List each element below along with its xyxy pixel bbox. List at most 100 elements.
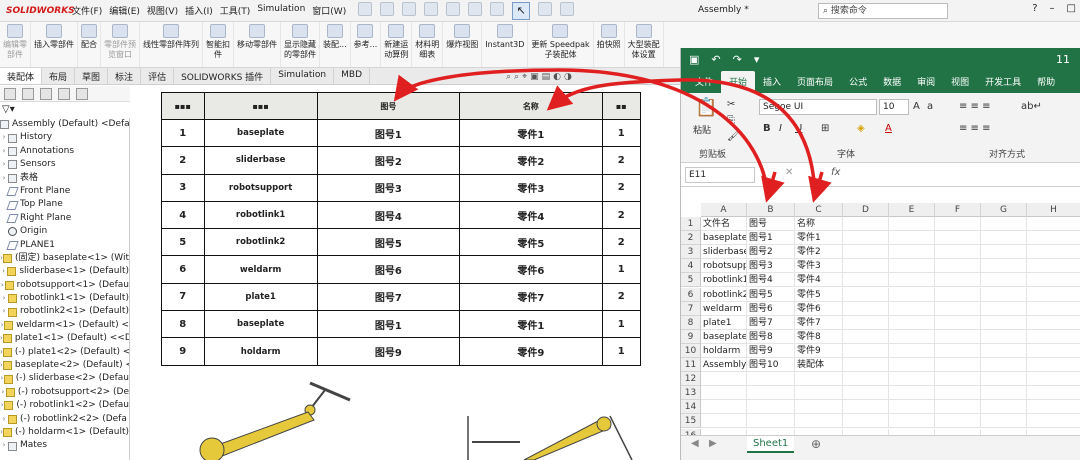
spreadsheet-cell[interactable]: robotlink1 [701, 273, 747, 288]
row-header[interactable]: 1 [681, 217, 701, 232]
sw-tab[interactable]: 草图 [75, 68, 109, 84]
traffic-light-icon[interactable] [538, 1, 553, 16]
tree-item[interactable]: › plate1<1> (Default) <<D [0, 332, 129, 345]
dimxpert-tab-icon[interactable] [58, 88, 70, 100]
spreadsheet-cell[interactable] [889, 400, 935, 415]
tree-item[interactable]: › Annotations [0, 145, 129, 158]
shrink-font-icon[interactable]: a [927, 101, 933, 112]
row-header[interactable]: 2 [681, 231, 701, 246]
spreadsheet-cell[interactable]: 零件5 [795, 287, 843, 302]
ribbon-button[interactable]: 编辑零 部件 [0, 22, 31, 67]
excel-tab[interactable]: 页面布局 [789, 71, 841, 93]
spreadsheet-cell[interactable] [889, 315, 935, 330]
spreadsheet-cell[interactable]: weldarm [701, 301, 747, 316]
spreadsheet-cell[interactable] [843, 386, 889, 401]
spreadsheet-cell[interactable] [843, 400, 889, 415]
propertymanager-tab-icon[interactable] [22, 88, 34, 100]
spreadsheet-cell[interactable] [747, 400, 795, 415]
font-color-icon[interactable]: A [885, 123, 892, 134]
spreadsheet-cell[interactable]: 图号5 [747, 287, 795, 302]
tree-item[interactable]: › (-) sliderbase<2> (Defau [0, 372, 129, 385]
align-left-icon[interactable]: ≡ ≡ ≡ [959, 123, 991, 134]
spreadsheet-cell[interactable] [889, 329, 935, 344]
spreadsheet-cell[interactable] [981, 217, 1027, 232]
spreadsheet-cell[interactable] [1027, 330, 1080, 344]
column-header[interactable]: F [935, 203, 981, 217]
spreadsheet-cell[interactable]: Assembly [701, 358, 747, 373]
new-icon[interactable] [380, 1, 395, 16]
spreadsheet-cell[interactable]: 图号2 [747, 245, 795, 260]
spreadsheet-cell[interactable]: 文件名 [701, 217, 747, 232]
spreadsheet-cell[interactable] [935, 358, 981, 373]
spreadsheet-cell[interactable] [843, 329, 889, 344]
sw-menu-item[interactable]: 窗口(W) [312, 4, 346, 17]
spreadsheet-cell[interactable] [981, 259, 1027, 274]
spreadsheet-cell[interactable]: 图号8 [747, 329, 795, 344]
spreadsheet-cell[interactable] [843, 217, 889, 232]
tree-item[interactable]: › (-) robotsupport<2> (De [0, 386, 129, 399]
excel-tab[interactable]: 审阅 [909, 71, 943, 93]
spreadsheet-cell[interactable] [1027, 414, 1080, 429]
spreadsheet-cell[interactable] [843, 259, 889, 274]
maximize-icon[interactable]: □ [1067, 3, 1076, 14]
prev-sheet-icon[interactable]: ◀ [691, 438, 699, 449]
spreadsheet-cell[interactable] [1027, 344, 1080, 358]
sheet-tab-sheet1[interactable]: Sheet1 [747, 436, 795, 453]
expand-chevron-icon[interactable]: › [0, 145, 8, 158]
cancel-entry-icon[interactable]: ✕ [785, 167, 793, 178]
tree-item[interactable]: › (-) robotlink1<2> (Defau [0, 399, 129, 412]
spreadsheet-cell[interactable]: 零件3 [795, 259, 843, 274]
column-header[interactable]: D [843, 203, 889, 217]
bold-icon[interactable]: B [763, 123, 771, 134]
spreadsheet-cell[interactable] [843, 287, 889, 302]
expand-chevron-icon[interactable]: › [0, 305, 8, 318]
spreadsheet-cell[interactable] [935, 400, 981, 415]
spreadsheet-cell[interactable] [843, 358, 889, 373]
spreadsheet-cell[interactable] [1027, 400, 1080, 415]
row-header[interactable]: 10 [681, 343, 701, 358]
minimize-icon[interactable]: – [1050, 3, 1055, 14]
excel-redo-icon[interactable]: ↷ [733, 53, 742, 66]
next-sheet-icon[interactable]: ▶ [709, 438, 717, 449]
tree-item[interactable]: › (-) robotlink2<2> (Defa [0, 413, 129, 426]
spreadsheet-cell[interactable]: 图号10 [747, 358, 795, 373]
column-header[interactable]: E [889, 203, 935, 217]
row-header[interactable]: 8 [681, 315, 701, 330]
sw-menu-item[interactable]: 插入(I) [185, 4, 213, 17]
spreadsheet-cell[interactable]: 零件4 [795, 273, 843, 288]
spreadsheet-cell[interactable]: robotsupport [701, 259, 747, 274]
row-header[interactable]: 11 [681, 358, 701, 373]
row-header[interactable]: 13 [681, 386, 701, 401]
sw-tab[interactable]: SOLIDWORKS 插件 [174, 68, 272, 84]
spreadsheet-cell[interactable] [889, 231, 935, 246]
spreadsheet-cell[interactable] [935, 301, 981, 316]
ribbon-button[interactable]: 移动零部件 [234, 22, 281, 67]
spreadsheet-cell[interactable] [981, 343, 1027, 358]
spreadsheet-cell[interactable] [1027, 273, 1080, 288]
ribbon-button[interactable]: 配合 [78, 22, 101, 67]
spreadsheet-cell[interactable] [981, 245, 1027, 260]
borders-icon[interactable]: ⊞ [821, 123, 829, 134]
spreadsheet-cell[interactable] [795, 386, 843, 401]
cut-icon[interactable]: ✂ [727, 99, 735, 110]
spreadsheet-cell[interactable] [843, 414, 889, 429]
excel-qat-dropdown-icon[interactable]: ▾ [754, 53, 760, 66]
spreadsheet-cell[interactable] [935, 343, 981, 358]
italic-icon[interactable]: I [779, 123, 782, 134]
ribbon-button[interactable]: 插入零部件 [31, 22, 78, 67]
tree-item[interactable]: › (-) holdarm<1> (Default) [0, 426, 129, 439]
spreadsheet-cell[interactable] [935, 386, 981, 401]
spreadsheet-cell[interactable] [935, 245, 981, 260]
spreadsheet-cell[interactable] [1027, 316, 1080, 330]
spreadsheet-cell[interactable] [889, 372, 935, 387]
ribbon-button[interactable]: Instant3D [482, 22, 529, 67]
column-header[interactable]: A [701, 203, 747, 217]
spreadsheet-cell[interactable] [701, 414, 747, 429]
sw-tab[interactable]: 布局 [42, 68, 76, 84]
spreadsheet-cell[interactable] [981, 414, 1027, 429]
select-cursor-icon[interactable]: ↖ [512, 1, 531, 20]
spreadsheet-cell[interactable] [1027, 358, 1080, 373]
spreadsheet-cell[interactable] [747, 414, 795, 429]
ribbon-button[interactable]: 参考... [351, 22, 382, 67]
sw-tab[interactable]: 评估 [141, 68, 175, 84]
